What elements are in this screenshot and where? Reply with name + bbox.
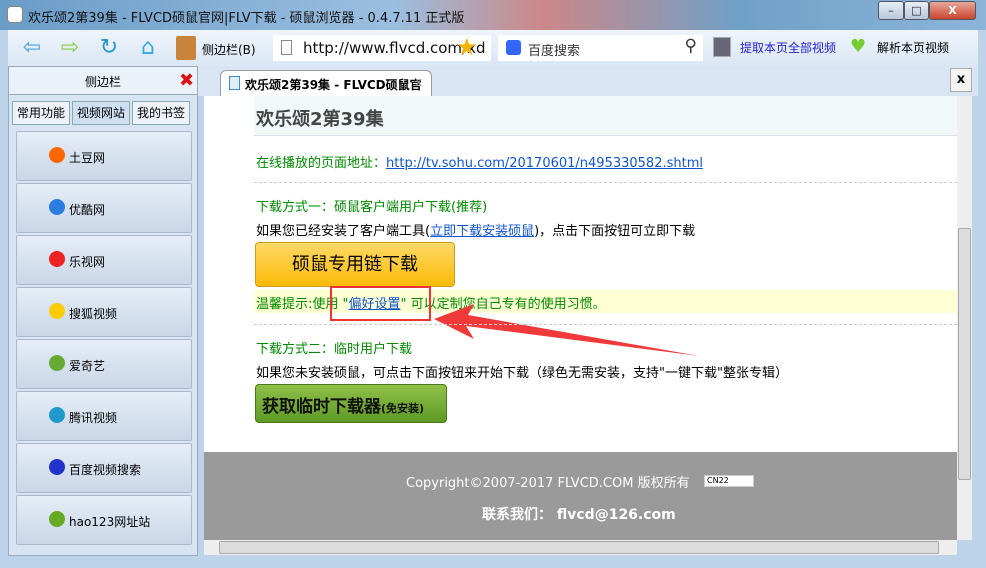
sidebar-item[interactable]: 乐视网 [16, 235, 192, 285]
divider [254, 324, 957, 325]
page-icon [229, 76, 240, 90]
scroll-thumb[interactable] [958, 228, 971, 480]
search-input[interactable]: 百度搜索 ⚲ [498, 35, 703, 61]
flvcd-download-button[interactable]: 硕鼠专用链下载 [255, 242, 455, 287]
refresh-icon[interactable]: ↻ [97, 36, 121, 60]
sidebar-close-icon[interactable]: ✖ [179, 70, 194, 91]
scroll-thumb[interactable] [219, 541, 939, 554]
sidebar-item-label: 乐视网 [69, 255, 106, 269]
method1-text-a: 如果您已经安装了客户端工具( [256, 224, 431, 239]
url-label: 在线播放的页面地址： [256, 156, 387, 171]
sidebar-item[interactable]: 搜狐视频 [16, 287, 192, 337]
site-logo-icon [49, 355, 65, 371]
heading-bar: 欢乐颂2第39集 [254, 96, 957, 136]
site-logo-icon [49, 511, 65, 527]
method1-title: 下载方式一：硕鼠客户端用户下载(推荐) [256, 200, 488, 215]
copyright-text: Copyright©2007-2017 FLVCD.COM 版权所有 [406, 476, 690, 491]
tab-label: 欢乐颂2第39集 - FLVCD硕鼠官 [245, 78, 422, 92]
sidebar-item[interactable]: 百度视频搜索 [16, 443, 192, 493]
tab-active[interactable]: 欢乐颂2第39集 - FLVCD硕鼠官 x [220, 70, 432, 96]
temp-downloader-label: 获取临时下载器 [262, 397, 381, 417]
sidebar-item-label: 腾讯视频 [69, 411, 118, 425]
sidebar: 侧边栏 ✖ 常用功能 视频网站 我的书签 土豆网优酷网乐视网搜狐视频爱奇艺腾讯视… [8, 66, 198, 556]
maximize-button[interactable]: □ [904, 1, 929, 20]
terminal-icon [713, 37, 731, 57]
temp-downloader-note: (免安装) [381, 402, 425, 415]
sidebar-item-label: hao123网址站 [69, 515, 151, 529]
sidebar-header: 侧边栏 ✖ [9, 67, 197, 95]
contact-text: 联系我们： flvcd@126.com [482, 507, 676, 523]
sidebar-item[interactable]: 土豆网 [16, 131, 192, 181]
sidebar-item-label: 百度视频搜索 [69, 463, 142, 477]
sidebar-item-label: 爱奇艺 [69, 359, 106, 373]
vertical-scrollbar[interactable] [957, 96, 972, 540]
method1-text-b: )，点击下面按钮可立即下载 [534, 224, 696, 239]
sidebar-item[interactable]: 爱奇艺 [16, 339, 192, 389]
sidebar-title: 侧边栏 [85, 75, 122, 89]
tab-bar: 欢乐颂2第39集 - FLVCD硕鼠官 x x [198, 66, 978, 96]
site-logo-icon [49, 303, 65, 319]
highlight-box [330, 286, 431, 321]
sidebar-tab-video-sites[interactable]: 视频网站 [72, 101, 130, 125]
footer: Copyright©2007-2017 FLVCD.COM 版权所有 CN22 … [204, 452, 957, 540]
site-logo-icon [49, 199, 65, 215]
sidebar-tab-common[interactable]: 常用功能 [12, 101, 70, 125]
install-flvcd-link[interactable]: 立即下载安装硕鼠 [430, 224, 534, 239]
minimize-button[interactable]: – [878, 1, 904, 20]
cabinet-icon [176, 36, 196, 60]
extract-all-label: 提取本页全部视频 [740, 41, 837, 55]
search-icon[interactable]: ⚲ [685, 36, 697, 56]
url-row: 在线播放的页面地址：http://tv.sohu.com/20170601/n4… [256, 152, 703, 171]
site-logo-icon [49, 459, 65, 475]
site-logo-icon [49, 407, 65, 423]
method2-title: 下载方式二：临时用户下载 [256, 342, 413, 357]
home-icon[interactable]: ⌂ [136, 36, 160, 60]
bookmark-star-icon[interactable]: ★ [456, 33, 478, 61]
title-bar: 欢乐颂2第39集 - FLVCD硕鼠官网|FLV下载 - 硕鼠浏览器 - 0.4… [0, 0, 986, 30]
back-icon[interactable]: ⇦ [20, 36, 44, 60]
sidebar-item[interactable]: 腾讯视频 [16, 391, 192, 441]
page-heading: 欢乐颂2第39集 [256, 109, 384, 130]
temp-downloader-button[interactable]: 获取临时下载器(免安装) [255, 384, 447, 423]
cnzz-badge[interactable]: CN22 [704, 475, 754, 487]
window-title: 欢乐颂2第39集 - FLVCD硕鼠官网|FLV下载 - 硕鼠浏览器 - 0.4… [28, 11, 465, 26]
parse-page-video-button[interactable]: ♥ 解析本页视频 [850, 36, 950, 57]
search-placeholder: 百度搜索 [528, 44, 581, 59]
sidebar-item-label: 优酷网 [69, 203, 106, 217]
method2-text: 如果您未安装硕鼠，可点击下面按钮来开始下载（绿色无需安装，支持"一键下载"整张专… [256, 366, 788, 381]
divider [254, 182, 957, 183]
page-icon [281, 40, 292, 55]
sidebar-toggle-label: 侧边栏(B) [202, 43, 256, 57]
method1-text: 如果您已经安装了客户端工具(立即下载安装硕鼠)，点击下面按钮可立即下载 [256, 220, 695, 239]
sidebar-item-label: 搜狐视频 [69, 307, 118, 321]
app-icon [7, 6, 23, 23]
tab-close-icon[interactable]: x [415, 75, 422, 89]
red-arrow-annotation [434, 304, 699, 356]
horizontal-scrollbar[interactable] [204, 540, 957, 555]
baidu-icon [506, 40, 521, 55]
close-all-tabs-button[interactable]: x [950, 68, 972, 92]
sidebar-item[interactable]: 优酷网 [16, 183, 192, 233]
forward-icon[interactable]: ⇨ [58, 36, 82, 60]
parse-page-label: 解析本页视频 [877, 41, 950, 55]
sidebar-item-label: 土豆网 [69, 151, 106, 165]
extract-all-videos-button[interactable]: 提取本页全部视频 [713, 37, 837, 57]
site-logo-icon [49, 147, 65, 163]
sidebar-tab-bookmarks[interactable]: 我的书签 [132, 101, 190, 125]
site-logo-icon [49, 251, 65, 267]
toolbar: ⇦ ⇨ ↻ ⌂ 侧边栏(B) http://www.flvcd.com/xd ★… [8, 30, 978, 66]
sidebar-item[interactable]: hao123网址站 [16, 495, 192, 545]
video-url-link[interactable]: http://tv.sohu.com/20170601/n495330582.s… [386, 156, 703, 171]
page-content: 欢乐颂2第39集 在线播放的页面地址：http://tv.sohu.com/20… [204, 96, 957, 540]
heart-plus-icon: ♥ [850, 36, 867, 57]
close-button[interactable]: X [929, 1, 976, 20]
